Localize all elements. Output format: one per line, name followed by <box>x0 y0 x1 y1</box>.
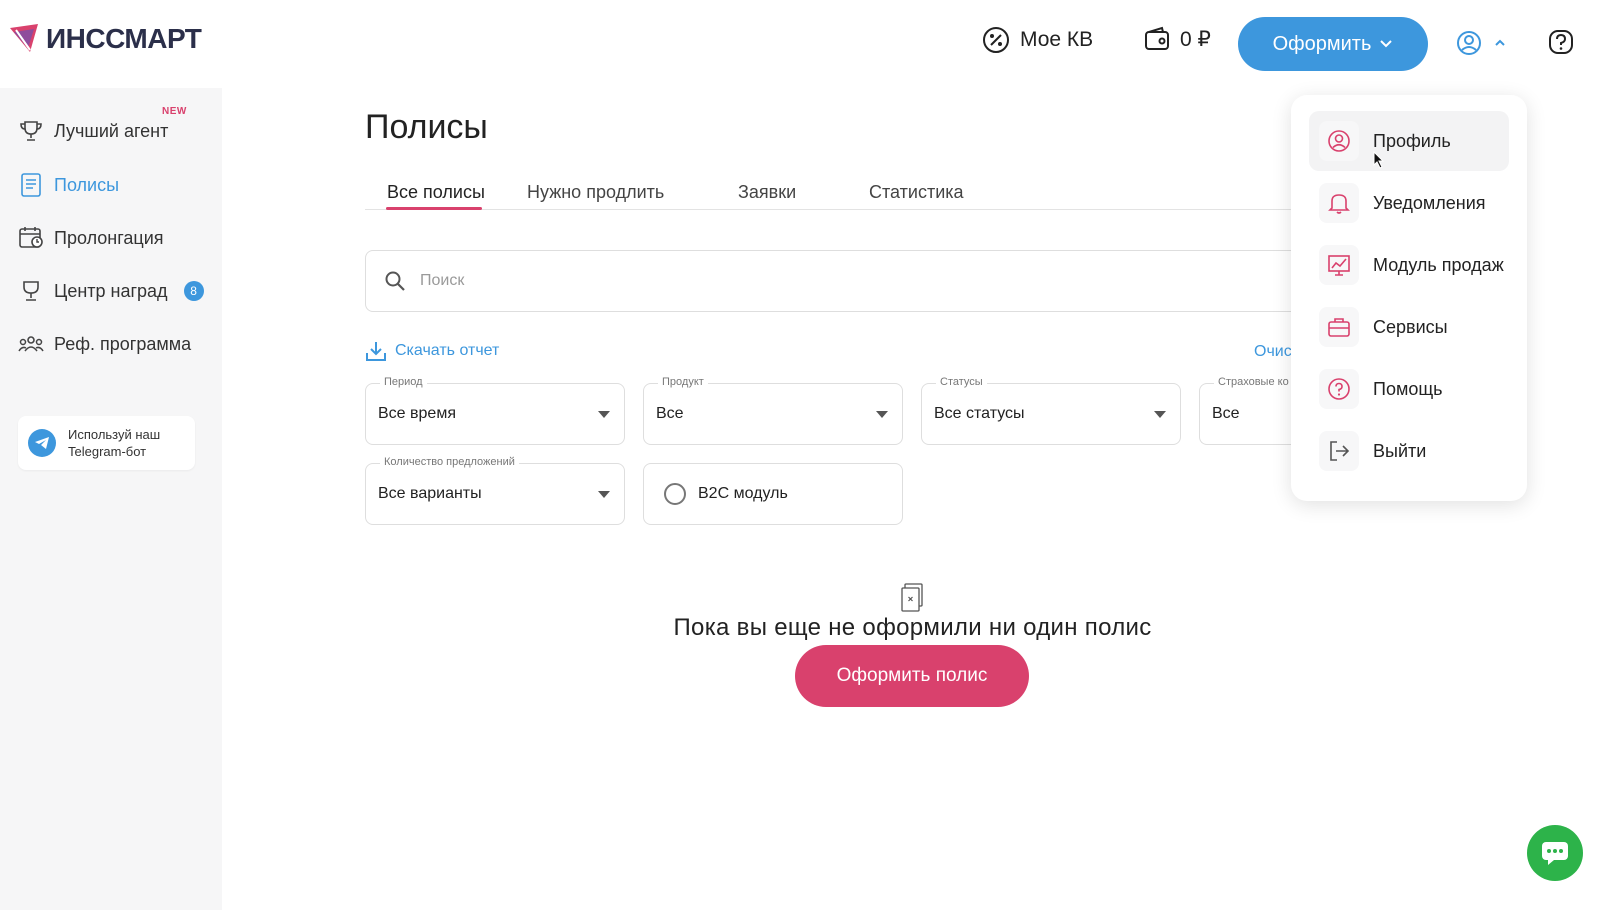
order-button-label: Оформить <box>1272 32 1372 55</box>
menu-item-notifications[interactable]: Уведомления <box>1309 173 1509 233</box>
new-badge: NEW <box>162 106 187 117</box>
wallet-icon <box>1145 26 1169 50</box>
empty-document-icon <box>900 583 926 618</box>
clear-filters-link[interactable]: Очис <box>1254 343 1294 361</box>
status-value: Все статусы <box>934 405 1025 422</box>
menu-item-help[interactable]: Помощь <box>1309 359 1509 419</box>
sidebar-item-best-agent[interactable]: Лучший агент <box>18 118 168 144</box>
period-value: Все время <box>378 405 456 422</box>
my-kv-link[interactable]: Мое КВ <box>982 26 1093 54</box>
percent-icon <box>983 27 1009 53</box>
status-select[interactable]: Статусы Все статусы <box>921 376 1181 445</box>
top-header: ИНССМАРТ Мое КВ 0 ₽ Оформить <box>0 0 1600 86</box>
sidebar-item-label: Пролонгация <box>54 227 164 248</box>
offers-count-select[interactable]: Количество предложений Все варианты <box>365 456 625 525</box>
offers-count-label: Количество предложений <box>380 456 519 468</box>
tab-applications[interactable]: Заявки <box>738 182 796 203</box>
order-button[interactable]: Оформить <box>1238 17 1428 71</box>
logo[interactable]: ИНССМАРТ <box>8 22 202 56</box>
create-policy-button[interactable]: Оформить полис <box>795 645 1029 707</box>
page-title: Полисы <box>365 108 488 146</box>
sidebar-item-referral[interactable]: Реф. программа <box>18 331 191 357</box>
menu-item-services[interactable]: Сервисы <box>1309 297 1509 357</box>
logo-text: ИНССМАРТ <box>46 23 202 54</box>
product-select[interactable]: Продукт Все <box>643 376 903 445</box>
telegram-icon <box>28 429 56 457</box>
search-icon <box>385 271 405 291</box>
search-placeholder: Поиск <box>420 272 465 289</box>
calendar-icon <box>18 225 44 251</box>
wallet-balance[interactable]: 0 ₽ <box>1144 26 1211 52</box>
chevron-up-icon <box>1495 39 1505 46</box>
logo-mark-icon <box>10 24 38 53</box>
mouse-cursor-icon <box>1373 151 1385 169</box>
tab-need-renewal[interactable]: Нужно продлить <box>527 182 664 203</box>
telegram-card-text: Используй наш Telegram-бот <box>68 427 161 459</box>
trophy-icon <box>18 118 44 144</box>
sidebar-item-label: Реф. программа <box>54 333 192 354</box>
tab-statistics[interactable]: Статистика <box>869 182 964 203</box>
chat-bubble-icon <box>1542 842 1568 865</box>
search-input[interactable]: Поиск <box>365 250 1305 312</box>
sidebar-item-label: Полисы <box>54 174 120 195</box>
insurer-value: Все <box>1212 405 1240 422</box>
product-value: Все <box>656 405 684 422</box>
sidebar-item-prolongation[interactable]: Пролонгация <box>18 225 164 251</box>
tab-all-policies[interactable]: Все полисы <box>387 182 485 203</box>
logout-icon <box>1319 431 1359 471</box>
question-icon <box>1549 30 1573 54</box>
insurer-label: Страховые ко <box>1214 376 1293 388</box>
empty-state-message: Пока вы еще не оформили ни один полис <box>673 614 1152 641</box>
menu-item-label: Выйти <box>1373 440 1427 461</box>
sidebar-item-label: Центр наград <box>54 280 168 301</box>
user-dropdown-menu: Профиль Уведомления Модуль продаж Сервис… <box>1291 95 1527 501</box>
b2c-module-toggle[interactable]: B2C модуль <box>643 463 903 525</box>
menu-item-label: Модуль продаж <box>1373 254 1504 275</box>
sidebar-item-label: Лучший агент <box>54 120 169 141</box>
status-label: Статусы <box>936 376 987 388</box>
caret-down-icon <box>598 491 610 498</box>
help-button[interactable] <box>1548 29 1574 62</box>
user-avatar-icon <box>1457 31 1481 55</box>
b2c-radio[interactable] <box>664 483 686 505</box>
people-icon <box>18 331 44 357</box>
briefcase-icon <box>1319 307 1359 347</box>
profile-icon <box>1319 121 1359 161</box>
menu-item-sales-module[interactable]: Модуль продаж <box>1309 235 1509 295</box>
document-icon <box>18 172 44 198</box>
bell-icon <box>1319 183 1359 223</box>
chevron-down-icon <box>1380 40 1393 48</box>
telegram-bot-card[interactable]: Используй наш Telegram-бот <box>18 416 195 470</box>
b2c-label: B2C модуль <box>698 485 788 502</box>
menu-item-logout[interactable]: Выйти <box>1309 421 1509 481</box>
chat-button[interactable] <box>1527 825 1583 881</box>
menu-item-label: Профиль <box>1373 130 1451 151</box>
balance-value: 0 ₽ <box>1180 27 1211 51</box>
my-kv-label: Мое КВ <box>1020 28 1094 51</box>
user-menu-toggle[interactable] <box>1456 30 1506 56</box>
policy-tabs: Все полисы Нужно продлить Заявки Статист… <box>365 178 1295 210</box>
download-report-label: Скачать отчет <box>395 342 500 359</box>
sales-chart-icon <box>1319 245 1359 285</box>
caret-down-icon <box>1154 411 1166 418</box>
menu-item-label: Уведомления <box>1373 192 1486 213</box>
period-select[interactable]: Период Все время <box>365 376 625 445</box>
product-label: Продукт <box>658 376 708 388</box>
sidebar-item-rewards[interactable]: Центр наград 8 <box>18 278 204 304</box>
download-report-link[interactable]: Скачать отчет <box>365 340 499 362</box>
active-tab-indicator <box>386 207 482 210</box>
download-icon <box>366 342 386 361</box>
caret-down-icon <box>598 411 610 418</box>
menu-item-label: Сервисы <box>1373 316 1448 337</box>
caret-down-icon <box>876 411 888 418</box>
offers-count-value: Все варианты <box>378 485 482 502</box>
sidebar <box>0 88 222 910</box>
period-label: Период <box>380 376 427 388</box>
question-icon <box>1319 369 1359 409</box>
sidebar-item-policies[interactable]: Полисы <box>18 172 119 198</box>
menu-item-label: Помощь <box>1373 378 1443 399</box>
award-icon <box>18 278 44 304</box>
menu-item-profile[interactable]: Профиль <box>1309 111 1509 171</box>
rewards-count-badge: 8 <box>183 281 204 301</box>
